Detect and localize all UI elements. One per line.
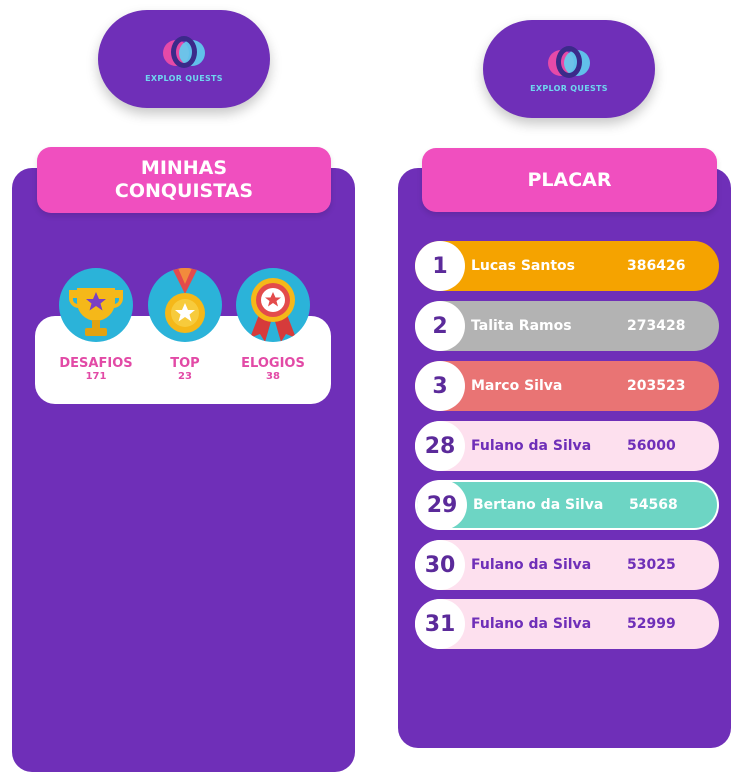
rank-badge: 1 <box>415 241 465 291</box>
achievement-count: 23 <box>178 371 192 382</box>
player-score: 56000 <box>627 438 676 454</box>
leaderboard-row[interactable]: 30 Fulano da Silva 53025 <box>415 540 719 590</box>
logo-badge-right[interactable]: EXPLOR QUESTS <box>483 20 655 118</box>
achievement-desafios[interactable]: DESAFIOS 171 <box>57 268 135 383</box>
brand-name: EXPLOR QUESTS <box>145 73 223 83</box>
medal-icon <box>148 268 222 342</box>
leaderboard-row[interactable]: 1 Lucas Santos 386426 <box>415 241 719 291</box>
rank-badge: 31 <box>415 599 465 649</box>
achievement-elogios[interactable]: ELOGIOS 38 <box>234 268 312 383</box>
achievement-label: DESAFIOS <box>59 356 133 371</box>
rank-badge: 3 <box>415 361 465 411</box>
player-name: Fulano da Silva <box>471 438 592 454</box>
leaderboard-row[interactable]: 3 Marco Silva 203523 <box>415 361 719 411</box>
logo-badge-left[interactable]: EXPLOR QUESTS <box>98 10 270 108</box>
rank-badge: 2 <box>415 301 465 351</box>
player-score: 386426 <box>627 258 686 274</box>
leaderboard-title: PLACAR <box>422 148 717 212</box>
rank-badge: 30 <box>415 540 465 590</box>
player-score: 54568 <box>629 497 678 513</box>
ribbon-icon <box>236 268 310 342</box>
rank-badge: 28 <box>415 421 465 471</box>
leaderboard-row[interactable]: 2 Talita Ramos 273428 <box>415 301 719 351</box>
logo-icon <box>161 35 207 70</box>
player-name: Fulano da Silva <box>471 557 592 573</box>
player-name: Bertano da Silva <box>473 497 604 513</box>
player-score: 52999 <box>627 616 676 632</box>
brand-name: EXPLOR QUESTS <box>530 83 608 93</box>
achievement-count: 171 <box>85 371 107 382</box>
player-name: Fulano da Silva <box>471 616 592 632</box>
achievements-title: MINHAS CONQUISTAS <box>37 147 331 213</box>
achievement-top[interactable]: TOP 23 <box>146 268 224 383</box>
player-score: 273428 <box>627 318 686 334</box>
leaderboard-row-current-user[interactable]: 29 Bertano da Silva 54568 <box>415 480 719 530</box>
leaderboard-row[interactable]: 31 Fulano da Silva 52999 <box>415 599 719 649</box>
player-score: 53025 <box>627 557 676 573</box>
trophy-icon <box>59 268 133 342</box>
achievement-count: 38 <box>266 371 280 382</box>
achievement-label: ELOGIOS <box>241 356 305 371</box>
leaderboard-row[interactable]: 28 Fulano da Silva 56000 <box>415 421 719 471</box>
player-name: Lucas Santos <box>471 258 575 274</box>
achievement-label: TOP <box>170 356 200 371</box>
player-score: 203523 <box>627 378 686 394</box>
achievements-panel <box>12 168 355 772</box>
player-name: Talita Ramos <box>471 318 572 334</box>
rank-badge: 29 <box>417 480 467 530</box>
logo-icon <box>546 45 592 80</box>
player-name: Marco Silva <box>471 378 563 394</box>
